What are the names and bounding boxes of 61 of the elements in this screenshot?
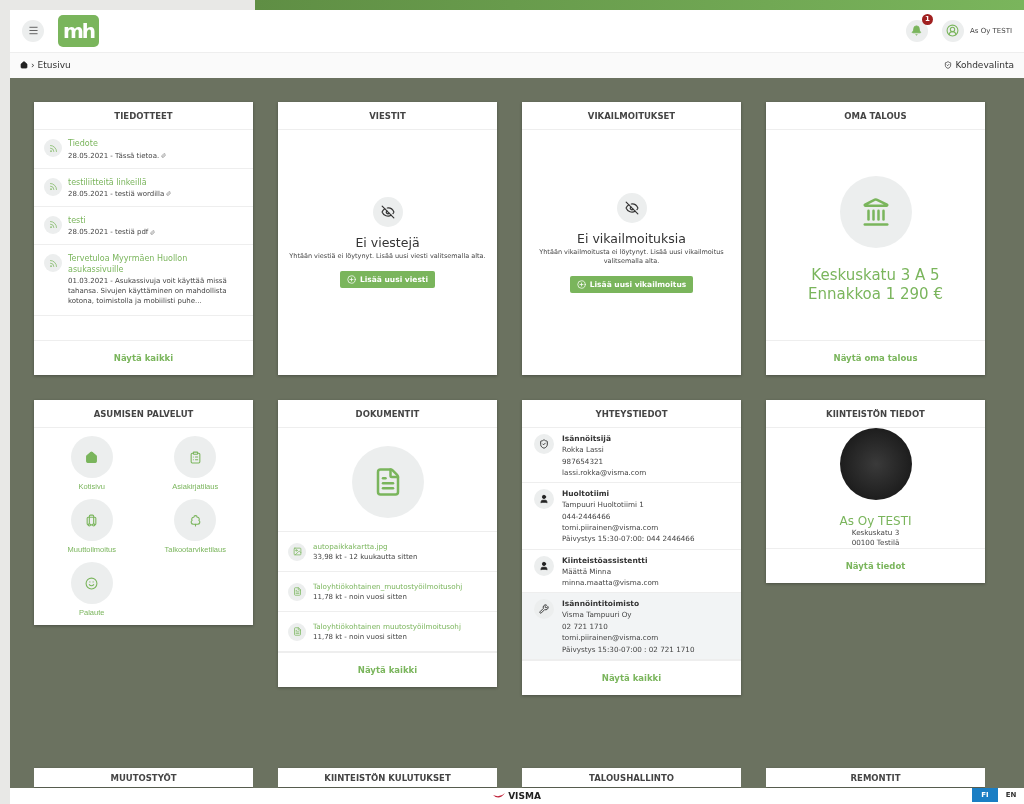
show-all-link[interactable]: Näytä kaikki [601,672,662,683]
document-icon [292,587,302,597]
property-name: As Oy TESTI [839,514,912,529]
swoosh-icon [493,792,506,800]
card-title: OMA TALOUS [766,102,985,131]
menu-icon [27,25,39,37]
suitcase-icon [85,513,99,527]
card-title: VIESTIT [278,102,497,131]
card-title: MUUTOSTYÖT [109,772,178,786]
rss-icon [48,220,58,230]
empty-heading: Ei viestejä [355,235,420,251]
rss-icon [48,143,58,153]
tree-icon [188,513,202,527]
finance-line: Ennakkoa 1 290 € [808,285,943,305]
card-title: TALOUSHALLINTO [588,772,675,786]
paperclip-icon [150,229,156,235]
card-title: KIINTEISTÖN TIEDOT [766,400,985,429]
document-icon [292,627,302,637]
person-icon [539,494,549,505]
visma-logo: VISMA [493,791,541,802]
breadcrumb-separator: › [31,60,35,71]
shield-icon [539,439,549,450]
user-icon [946,24,960,38]
image-icon [292,547,302,557]
home-icon[interactable] [20,61,28,70]
logo[interactable]: mh [58,14,99,47]
news-title[interactable]: testi [68,215,156,227]
house-icon [85,450,99,464]
bell-icon [911,25,923,37]
breadcrumb-current: Etusivu [37,60,71,71]
empty-heading: Ei vikailmoituksia [577,230,686,246]
news-title[interactable]: Tiedote [68,139,167,150]
show-all-link[interactable]: Näytä kaikki [357,665,418,676]
card-title: ASUMISEN PALVELUT [34,400,253,429]
card-title: KIINTEISTÖN KULUTUKSET [323,772,452,786]
plus-circle-icon [576,279,586,289]
news-title[interactable]: Tervetuloa Myyrmäen Huollon asukassivuille [68,254,243,276]
shield-icon [944,61,953,70]
clipboard-icon [188,450,202,464]
show-all-link[interactable]: Näytä tiedot [845,561,906,572]
notifications-button[interactable] [905,19,928,42]
wrench-icon [539,604,549,615]
rss-icon [48,258,58,268]
menu-button[interactable] [22,19,44,42]
card-title: VIKAILMOITUKSET [522,102,741,131]
paperclip-icon [166,191,172,197]
eye-off-icon [624,200,639,215]
card-title: DOKUMENTIT [278,400,497,429]
person-icon [539,560,549,571]
finance-line: Keskuskatu 3 A 5 [810,265,941,286]
news-title[interactable]: testiliitteitä linkeillä [68,177,172,188]
paperclip-icon [161,153,167,159]
show-all-link[interactable]: Näytä oma talous [833,353,918,364]
smiley-icon [85,576,99,590]
eye-off-icon [380,205,395,220]
card-title: TIEDOTTEET [34,102,253,131]
rss-icon [48,182,58,192]
plus-circle-icon [346,275,356,285]
property-select[interactable]: Kohdevalinta [944,60,1014,71]
card-title: REMONTIT [849,772,902,786]
show-all-link[interactable]: Näytä kaikki [113,353,174,364]
